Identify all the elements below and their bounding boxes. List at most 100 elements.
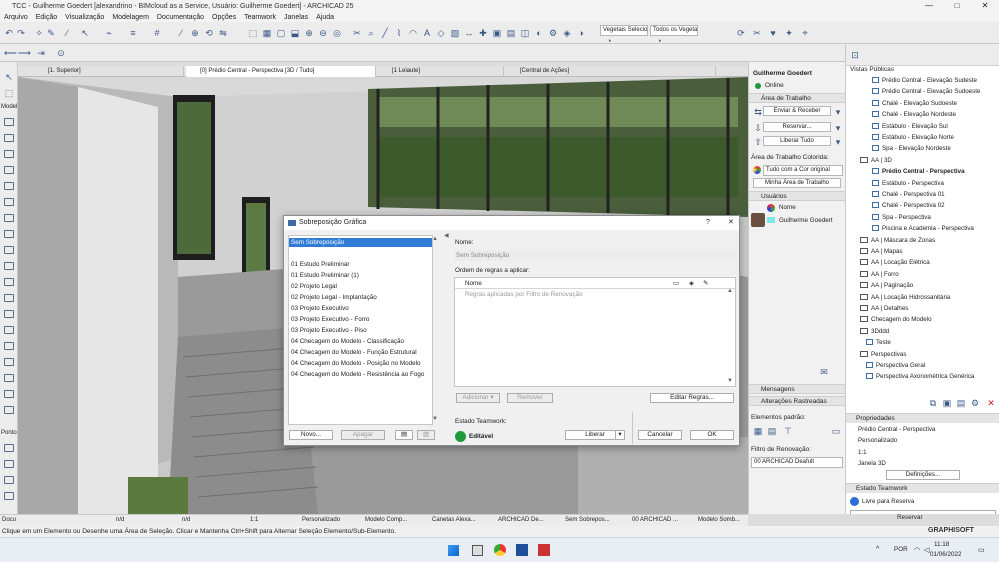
navigator-item[interactable]: Chalé - Elevação Sudoeste xyxy=(872,99,957,108)
language-indicator[interactable]: POR xyxy=(894,546,908,553)
status-archicad[interactable]: ARCHICAD De... xyxy=(498,517,544,523)
layers-icon[interactable]: ≡ xyxy=(128,28,138,38)
export-icon[interactable]: ▥ xyxy=(417,430,435,440)
status-shadow[interactable]: Modelo Somb... xyxy=(698,517,740,523)
chrome-icon[interactable] xyxy=(494,544,506,556)
release-dropdown-icon[interactable]: ▾ xyxy=(615,430,625,440)
edit-rules-button[interactable]: Editar Regras... xyxy=(650,393,734,403)
stair-2-tool-icon[interactable] xyxy=(4,406,14,414)
mesh-tool-icon[interactable] xyxy=(4,358,14,366)
navigator-item[interactable]: Piscina e Academia - Perspectiva xyxy=(872,224,974,233)
colored-workspace-select[interactable]: Tudo com a Cor original xyxy=(763,165,843,176)
rules-scroll-down-icon[interactable]: ▼ xyxy=(727,378,733,384)
stack-elements-icon[interactable]: ▤ xyxy=(767,426,777,436)
snap-icon[interactable]: ⌁ xyxy=(104,28,114,38)
status-model[interactable]: Modelo Comp... xyxy=(365,517,407,523)
cut-icon[interactable]: ✂ xyxy=(352,28,362,38)
curtain-wall-tool-icon[interactable] xyxy=(4,278,14,286)
users-toolbar-icon[interactable]: ✉ xyxy=(819,367,829,377)
archicad-icon[interactable] xyxy=(516,544,528,556)
refresh-icon[interactable]: ⟳ xyxy=(736,28,746,38)
list-item[interactable]: 03 Projeto Executivo - Piso xyxy=(291,327,367,334)
renovation-filter-select[interactable]: 00 ARCHICAD Deafult xyxy=(751,457,843,468)
menu-visualizacao[interactable]: Visualização xyxy=(61,14,108,21)
properties-section-header[interactable]: Propriedades xyxy=(846,413,999,423)
navigator-item[interactable]: Chalé - Elevação Nordeste xyxy=(872,110,956,119)
navigator-item[interactable]: Perspectiva Geral xyxy=(866,361,925,370)
list-item-selected[interactable]: Sem Sobreposição xyxy=(289,238,432,247)
pin-panel-icon[interactable]: ⊡ xyxy=(850,50,860,60)
view-settings-icon[interactable]: ⚙ xyxy=(970,398,980,408)
zone-tool-icon[interactable] xyxy=(4,342,14,350)
list-item[interactable]: 04 Checagem do Modelo - Classificação xyxy=(291,338,404,345)
list-scroll-down-icon[interactable]: ▼ xyxy=(432,416,438,422)
arrow-tool-icon[interactable]: ↖ xyxy=(80,28,90,38)
element-settings-icon[interactable]: ▭ xyxy=(831,426,841,436)
tab-central-acoes[interactable]: [Central de Ações] xyxy=(506,66,716,77)
new-button[interactable]: Novo... xyxy=(289,430,333,440)
label-icon[interactable]: ◇ xyxy=(436,28,446,38)
tray-chevron-icon[interactable]: ^ xyxy=(876,546,879,553)
navigator-item[interactable]: Chalé - Perspectiva 02 xyxy=(872,201,945,210)
messages-section-header[interactable]: Mensagens xyxy=(749,384,846,394)
camera-icon[interactable]: ◫ xyxy=(520,28,530,38)
navigator-item[interactable]: AA | Paginação xyxy=(860,281,913,290)
line-tool-icon[interactable] xyxy=(4,460,14,468)
task-view-icon[interactable] xyxy=(472,545,483,556)
section-icon[interactable]: ⊕ xyxy=(190,28,200,38)
tab-leiaute[interactable]: [1 Leiaute] xyxy=(378,66,504,77)
rotate-icon[interactable]: ⟲ xyxy=(204,28,214,38)
heart-icon[interactable]: ♥ xyxy=(768,28,778,38)
select-icon[interactable]: ▢ xyxy=(276,28,286,38)
roof-tool-icon[interactable] xyxy=(4,214,14,222)
list-item[interactable]: 01 Estudo Preliminar (1) xyxy=(291,272,359,279)
navigator-item[interactable]: Spa - Elevação Nordeste xyxy=(872,144,951,153)
import-icon[interactable]: ▤ xyxy=(395,430,413,440)
list-item[interactable]: 04 Checagem do Modelo - Função Estrutura… xyxy=(291,349,417,356)
undo-icon[interactable]: ↶ xyxy=(4,28,14,38)
name-field[interactable]: Sem Sobreposição xyxy=(454,250,736,261)
list-item[interactable]: 04 Checagem do Modelo - Resistência ao F… xyxy=(291,371,424,378)
arc-icon[interactable]: ◠ xyxy=(408,28,418,38)
stair-tool-icon[interactable] xyxy=(4,246,14,254)
list-item[interactable]: 02 Projeto Legal xyxy=(291,283,337,290)
menu-teamwork[interactable]: Teamwork xyxy=(240,14,280,21)
panel-collapse-icon[interactable]: ◀ xyxy=(444,232,449,239)
wifi-icon[interactable]: ◠ xyxy=(914,546,920,554)
tracked-changes-section-header[interactable]: Alterações Rastreadas xyxy=(749,396,846,406)
navigator-item[interactable]: Checagem do Modelo xyxy=(860,315,932,324)
image-icon[interactable]: ▤ xyxy=(506,28,516,38)
workspace-section-header[interactable]: Área de Trabalho xyxy=(749,93,846,103)
measure-icon[interactable]: ∕ xyxy=(176,28,186,38)
pan-icon[interactable]: ⊙ xyxy=(56,48,66,58)
dialog-close-button[interactable]: ✕ xyxy=(728,216,734,230)
navigator-item[interactable]: Estábulo - Perspectiva xyxy=(872,179,944,188)
railing-tool-icon[interactable] xyxy=(4,262,14,270)
layer-combo-icon[interactable]: ◈ xyxy=(562,28,572,38)
list-item[interactable]: 03 Projeto Executivo - Forro xyxy=(291,316,369,323)
menu-edicao[interactable]: Edição xyxy=(32,14,61,21)
cancel-button[interactable]: Cancelar xyxy=(638,430,682,440)
back-icon[interactable]: ⟵ xyxy=(4,48,17,58)
users-section-header[interactable]: Usuários xyxy=(749,191,846,201)
eyedropper-icon[interactable]: ⁄ xyxy=(62,28,72,38)
menu-modelagem[interactable]: Modelagem xyxy=(108,14,153,21)
column-elements-icon[interactable]: ⊤ xyxy=(783,426,793,436)
send-receive-dropdown-icon[interactable]: ▾ xyxy=(833,107,843,117)
list-scroll-up-icon[interactable]: ▲ xyxy=(432,236,438,242)
mirror-icon[interactable]: ⇋ xyxy=(218,28,228,38)
reserve-view-label[interactable]: Reservar xyxy=(897,514,923,521)
pencil-icon[interactable]: ✎ xyxy=(46,28,56,38)
arc-tool-icon[interactable] xyxy=(4,476,14,484)
status-archicad-2[interactable]: 00 ARCHICAD ... xyxy=(632,517,678,523)
layer-combo-2[interactable]: Todos os Vegetais xyxy=(650,25,698,36)
close-window-button[interactable]: ✕ xyxy=(971,0,999,12)
orbit-icon[interactable]: ◎ xyxy=(332,28,342,38)
clock-date[interactable]: 01/06/2022 xyxy=(930,551,962,558)
navigator-item[interactable]: AA | Locação Hidrossanitária xyxy=(860,293,950,302)
list-item[interactable]: 03 Projeto Executivo xyxy=(291,305,349,312)
grid-icon[interactable]: # xyxy=(152,28,162,38)
opening-tool-icon[interactable] xyxy=(4,390,14,398)
status-custom[interactable]: Personalizado xyxy=(302,517,340,523)
navigator-item[interactable]: AA | 3D xyxy=(860,156,892,165)
